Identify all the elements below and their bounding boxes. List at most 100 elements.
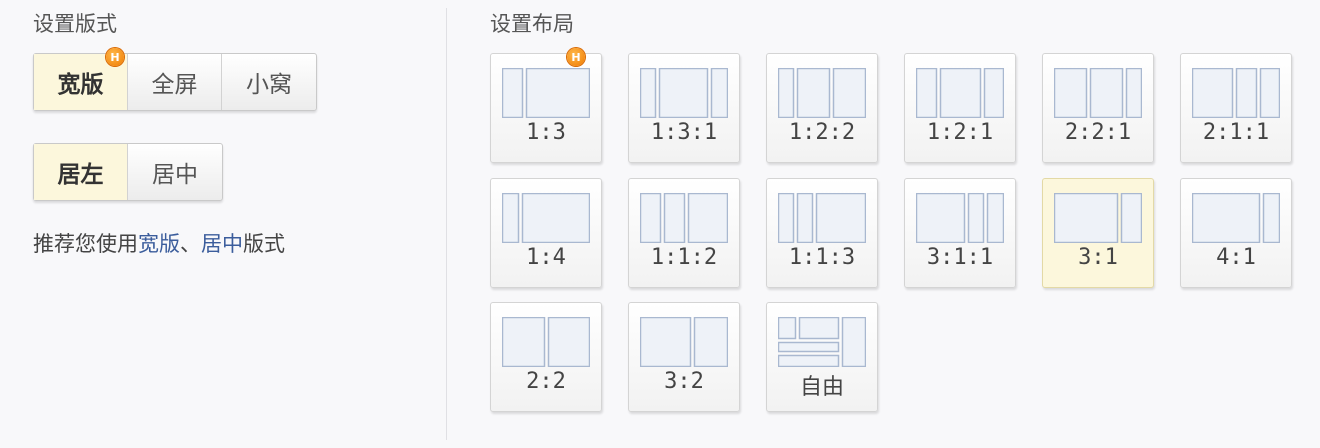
- layout-option-card[interactable]: 3:1: [1042, 178, 1154, 288]
- layout-preview-icon: [502, 193, 590, 243]
- layout-pane: [687, 193, 728, 243]
- layout-pane: [832, 68, 866, 118]
- layout-pane: [796, 193, 814, 243]
- section-divider: [446, 8, 447, 440]
- layout-pane: [502, 68, 524, 118]
- layout-option-label: 1:2:1: [926, 120, 994, 145]
- layout-preview-icon: [1054, 193, 1142, 243]
- layout-pane: [525, 68, 590, 118]
- layout-pane: [1192, 193, 1261, 243]
- align-option-center[interactable]: 居中: [128, 144, 222, 200]
- layout-pane: [916, 68, 938, 118]
- layout-pane: [1120, 193, 1142, 243]
- layout-option-card[interactable]: 2:2:1: [1042, 53, 1154, 163]
- layout-pane: [710, 68, 728, 118]
- layout-preview-icon: [1192, 68, 1280, 118]
- layout-preview-icon: [916, 193, 1004, 243]
- layout-option-label: 2:2: [526, 369, 566, 394]
- layout-pane: [1192, 68, 1234, 118]
- hot-badge-icon: H: [106, 48, 124, 66]
- layout-section-title: 设置布局: [490, 12, 574, 36]
- layout-option-card[interactable]: 1:3 H: [490, 48, 602, 163]
- layout-option-label: 4:1: [1216, 245, 1256, 270]
- width-option-small[interactable]: 小窝: [222, 54, 316, 110]
- layout-option-card[interactable]: 3:2: [628, 302, 740, 412]
- layout-pane: [841, 317, 866, 367]
- layout-option-label: 1:3:1: [650, 120, 718, 145]
- layout-pane: [547, 317, 590, 367]
- align-option-left[interactable]: 居左: [34, 144, 128, 200]
- layout-option-label: 自由: [799, 375, 844, 400]
- layout-option-card[interactable]: 2:2: [490, 302, 602, 412]
- layout-pane: [778, 341, 840, 353]
- width-option-wide[interactable]: 宽版 H: [34, 48, 128, 110]
- layout-pane: [1235, 68, 1258, 118]
- recommend-link-wide[interactable]: 宽版: [138, 232, 180, 256]
- layout-option-label: 1:3: [526, 120, 566, 145]
- layout-option-card[interactable]: 2:1:1: [1180, 53, 1292, 163]
- layout-pane: [1259, 68, 1280, 118]
- layout-preview-icon: [502, 317, 590, 367]
- width-option-wide-label: 宽版: [57, 72, 104, 98]
- layout-pane: [502, 317, 546, 367]
- layout-preview-icon: [916, 68, 1004, 118]
- layout-pane: [521, 193, 590, 243]
- width-option-group: 宽版 H 全屏 小窝: [33, 48, 317, 111]
- layout-pane: [916, 193, 966, 243]
- recommend-prefix: 推荐您使用: [33, 232, 138, 256]
- layout-preview-icon: [1054, 68, 1142, 118]
- layout-option-label: 3:1:1: [926, 245, 994, 270]
- layout-option-card[interactable]: 1:3:1: [628, 53, 740, 163]
- format-section-title: 设置版式: [33, 12, 117, 36]
- layout-pane: [778, 68, 795, 118]
- layout-option-label: 1:1:2: [650, 245, 718, 270]
- layout-option-card[interactable]: 1:2:1: [904, 53, 1016, 163]
- recommend-separator: 、: [180, 232, 201, 256]
- layout-pane: [663, 193, 686, 243]
- layout-option-label: 3:2: [664, 369, 704, 394]
- recommend-link-center[interactable]: 居中: [201, 232, 243, 256]
- hot-badge-icon: H: [567, 48, 585, 66]
- width-option-fullscreen-label: 全屏: [151, 72, 198, 98]
- layout-pane: [967, 193, 985, 243]
- layout-pane: [939, 68, 982, 118]
- layout-pane: [798, 317, 840, 340]
- layout-pane: [815, 193, 866, 243]
- layout-option-card[interactable]: 1:2:2: [766, 53, 878, 163]
- layout-pane: [640, 193, 662, 243]
- layout-pane: [502, 193, 520, 243]
- layout-option-label: 2:2:1: [1064, 120, 1132, 145]
- layout-pane: [640, 317, 692, 367]
- layout-pane: [693, 317, 728, 367]
- align-option-center-label: 居中: [152, 162, 198, 188]
- width-option-small-label: 小窝: [246, 72, 292, 98]
- layout-preview-icon: [778, 193, 866, 243]
- align-option-group: 居左 居中: [33, 143, 223, 201]
- layout-pane: [658, 68, 709, 118]
- layout-pane: [983, 68, 1004, 118]
- layout-pane: [778, 193, 795, 243]
- align-option-left-label: 居左: [57, 162, 104, 188]
- layout-option-card[interactable]: 4:1: [1180, 178, 1292, 288]
- layout-pane: [986, 193, 1004, 243]
- layout-preview-icon: [640, 68, 728, 118]
- layout-preview-icon: [640, 193, 728, 243]
- layout-pane: [778, 354, 840, 367]
- layout-preview-icon: [640, 317, 728, 367]
- layout-option-card[interactable]: 1:1:2: [628, 178, 740, 288]
- layout-option-label: 1:4: [526, 245, 566, 270]
- layout-preview-icon: [778, 68, 866, 118]
- layout-option-card[interactable]: 1:4: [490, 178, 602, 288]
- layout-option-card[interactable]: 3:1:1: [904, 178, 1016, 288]
- width-option-fullscreen[interactable]: 全屏: [128, 54, 222, 110]
- layout-preview-icon: [1192, 193, 1280, 243]
- layout-option-card[interactable]: 自由: [766, 302, 878, 412]
- recommend-suffix: 版式: [243, 232, 285, 256]
- layout-option-card[interactable]: 1:1:3: [766, 178, 878, 288]
- layout-pane: [796, 68, 831, 118]
- layout-preview-icon: [502, 68, 590, 118]
- layout-pane: [1089, 68, 1124, 118]
- layout-preview-icon: [778, 317, 866, 367]
- recommend-text: 推荐您使用宽版、居中版式: [33, 228, 285, 258]
- layout-pane: [1262, 193, 1280, 243]
